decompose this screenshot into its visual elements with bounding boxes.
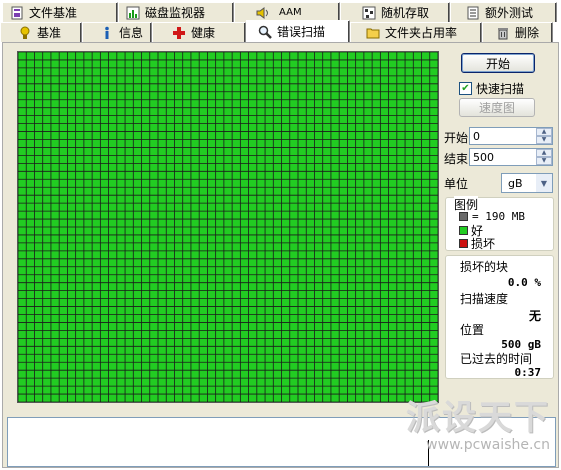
damaged-swatch [459,239,468,248]
speaker-icon [255,5,271,21]
damaged-blocks-label: 损坏的块 [460,260,509,274]
chevron-down-icon: ▼ [536,174,552,192]
block-size-swatch [459,212,468,221]
tab-label: 文件基准 [29,6,78,20]
tab-folder-usage[interactable]: 文件夹占用率 [350,22,482,42]
arrow-down-icon[interactable]: ▼ [536,157,552,165]
legend-group: 图例 = 190 MB 好 损坏 [445,196,554,252]
tab-label: 健康 [191,26,216,40]
tab-label: 文件夹占用率 [385,26,458,40]
tab-row-top: 文件基准 磁盘监视器 AAM 随机存取 额外测试 [2,2,557,22]
trash-icon [495,25,511,41]
quick-scan-checkbox[interactable]: ✔ 快速扫描 [459,80,524,97]
start-scan-button[interactable]: 开始 [461,53,535,73]
folder-icon [365,25,381,41]
tab-label: 错误扫描 [277,25,326,39]
file-benchmark-icon [9,5,25,21]
tab-delete[interactable]: 删除 [482,22,553,42]
unit-label: 单位 [444,177,469,191]
elapsed-time-label: 已过去的时间 [460,352,533,366]
extra-test-icon [465,5,481,21]
random-access-icon [361,5,377,21]
start-position-label: 开始 [444,131,469,145]
end-position-label: 结束 [444,152,469,166]
stats-group: 损坏的块 0.0 % 扫描速度 无 位置 500 gB 已过去的时间 0:37 [445,255,554,379]
scan-speed-label: 扫描速度 [460,292,509,306]
legend-damaged: 损坏 [459,235,495,252]
arrow-up-icon[interactable]: ▲ [536,128,552,136]
tab-label: 基准 [37,26,62,40]
tab-row-bottom: 基准 信息 健康 错误扫描 文件夹占用率 删除 [0,20,553,42]
checkmark-icon: ✔ [459,82,472,95]
position-label: 位置 [460,323,485,337]
tab-label: AAM [279,7,302,18]
tab-aam[interactable]: AAM [234,2,340,22]
tab-label: 额外测试 [485,6,534,20]
benchmark-icon [17,25,33,41]
tab-error-scan[interactable]: 错误扫描 [246,20,350,42]
tab-file-benchmark[interactable]: 文件基准 [2,2,118,22]
good-swatch [459,226,468,235]
magnifier-icon [257,24,273,40]
tab-random-access[interactable]: 随机存取 [340,2,450,22]
tab-benchmark[interactable]: 基准 [0,22,82,42]
elapsed-time-value: 0:37 [514,366,542,379]
tab-health[interactable]: 健康 [152,22,246,42]
scan-block-grid [17,51,439,403]
tab-label: 磁盘监视器 [145,6,206,20]
tab-label: 删除 [515,26,540,40]
scan-grid-svg [18,52,438,402]
damaged-blocks-value: 0.0 % [507,276,541,289]
legend-damaged-label: 损坏 [471,237,496,251]
speed-map-button[interactable]: 速度图 [459,98,535,117]
tab-label: 信息 [119,26,144,40]
arrow-up-icon[interactable]: ▲ [536,149,552,157]
unit-select[interactable]: gB ▼ [501,173,553,193]
quick-scan-label: 快速扫描 [476,82,525,96]
start-position-value: 0 [473,129,480,143]
tab-extra-test[interactable]: 额外测试 [450,2,557,22]
watermark-logo: 派设天下 [406,398,550,438]
end-position-stepper[interactable]: 500 ▲ ▼ [469,148,553,166]
speed-map-button-label: 速度图 [478,101,515,115]
start-position-stepper[interactable]: 0 ▲ ▼ [469,127,553,145]
error-scan-panel: 开始 ✔ 快速扫描 速度图 开始 0 ▲ ▼ 结束 500 ▲ ▼ 单位 gB ▼ … [2,42,559,468]
health-cross-icon [171,25,187,41]
arrow-down-icon[interactable]: ▼ [536,136,552,144]
watermark-url: www.pcwaishe.cn [426,437,550,453]
scan-speed-value: 无 [528,309,541,323]
end-position-value: 500 [473,150,494,164]
tab-disk-monitor[interactable]: 磁盘监视器 [118,2,234,22]
tab-info[interactable]: 信息 [82,22,152,42]
app-window: 文件基准 磁盘监视器 AAM 随机存取 额外测试 基准 信息 健康 错误扫描 文… [0,0,561,470]
info-icon [99,25,115,41]
start-scan-button-label: 开始 [485,56,510,71]
stepper-arrows[interactable]: ▲ ▼ [536,149,552,165]
unit-select-value: gB [508,176,523,190]
disk-monitor-icon [125,5,141,21]
watermark: 派设天下 www.pcwaishe.cn [406,401,550,453]
stepper-arrows[interactable]: ▲ ▼ [536,128,552,144]
tab-label: 随机存取 [381,6,430,20]
